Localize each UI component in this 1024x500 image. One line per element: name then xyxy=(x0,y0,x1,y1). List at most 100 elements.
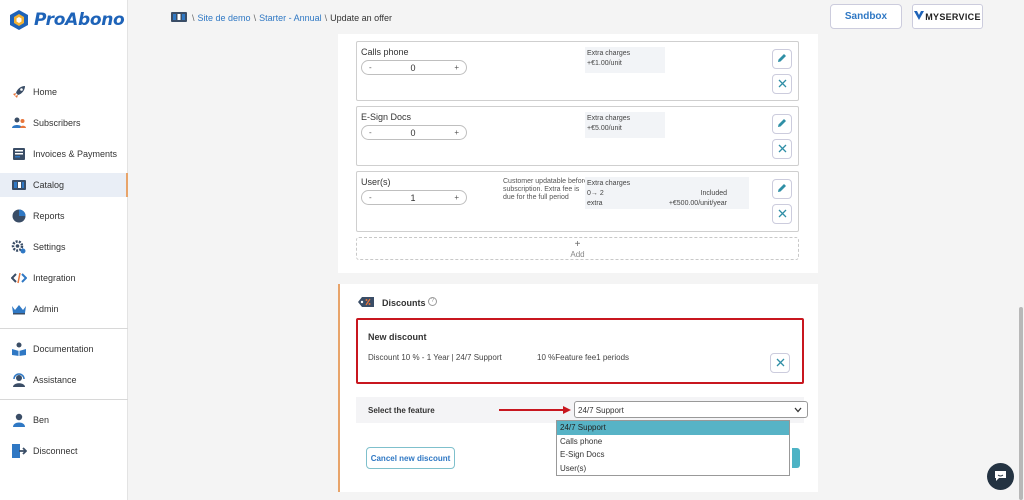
nav-label-home: Home xyxy=(33,87,58,97)
increment-button[interactable]: + xyxy=(454,193,459,202)
quantity-stepper[interactable]: - 0 + xyxy=(361,60,467,75)
chat-button[interactable] xyxy=(987,463,1014,490)
dropdown-option[interactable]: 24/7 Support xyxy=(557,421,789,435)
chevron-down-icon xyxy=(794,406,802,415)
increment-button[interactable]: + xyxy=(454,63,459,72)
decrement-button[interactable]: - xyxy=(369,193,372,202)
crown-icon xyxy=(10,300,28,318)
feature-select[interactable]: 24/7 Support xyxy=(574,401,808,418)
edit-button[interactable] xyxy=(772,179,792,199)
nav-divider-2 xyxy=(0,399,128,400)
delete-button[interactable] xyxy=(772,204,792,224)
charges-label: Extra charges xyxy=(587,115,631,122)
breadcrumb-current: Update an offer xyxy=(330,13,393,23)
nav-label-disconnect: Disconnect xyxy=(33,446,78,456)
logo[interactable]: ProAbono xyxy=(10,10,125,30)
nav-label-documentation: Documentation xyxy=(33,344,94,354)
brand-v-icon xyxy=(914,11,925,22)
tier-label: Included xyxy=(700,190,727,197)
pencil-icon xyxy=(777,183,787,195)
nav-item-disconnect[interactable]: Disconnect xyxy=(0,439,128,463)
quantity-value[interactable]: 0 xyxy=(410,63,415,73)
new-discount-desc: Discount 10 % - 1 Year | 24/7 Support xyxy=(368,353,502,362)
quantity-stepper[interactable]: - 0 + xyxy=(361,125,467,140)
headset-icon xyxy=(10,371,28,389)
charges-box: Extra charges +€1.00/unit xyxy=(585,47,665,73)
pie-chart-icon xyxy=(10,207,28,225)
cancel-discount-button[interactable]: Cancel new discount xyxy=(366,447,455,469)
dropdown-option[interactable]: User(s) xyxy=(557,462,789,476)
new-discount-title: New discount xyxy=(368,332,427,342)
nav-item-admin[interactable]: Admin xyxy=(0,297,128,321)
breadcrumb-site[interactable]: Site de demo xyxy=(198,13,251,23)
catalog-breadcrumb-icon[interactable] xyxy=(171,11,187,25)
book-icon xyxy=(10,340,28,358)
feature-note: Customer updatable before subscription. … xyxy=(503,178,588,201)
pencil-icon xyxy=(777,118,787,130)
delete-button[interactable] xyxy=(772,139,792,159)
invoice-icon xyxy=(10,145,28,163)
select-feature-label: Select the feature xyxy=(368,406,435,415)
nav-item-invoices-payments[interactable]: Invoices & Payments xyxy=(0,142,128,166)
nav-label-integration: Integration xyxy=(33,273,76,283)
logout-icon xyxy=(10,442,28,460)
save-discount-button[interactable] xyxy=(792,448,800,468)
nav-label-user: Ben xyxy=(33,415,50,425)
tier-price: +€500.00/unit/year xyxy=(668,200,727,207)
decrement-button[interactable]: - xyxy=(369,128,372,137)
add-feature-button[interactable]: + Add xyxy=(356,237,799,260)
add-label: Add xyxy=(570,250,585,259)
code-icon xyxy=(10,269,28,287)
breadcrumb-sep: \ xyxy=(324,13,328,23)
help-icon[interactable]: ? xyxy=(428,297,437,306)
nav-item-documentation[interactable]: Documentation xyxy=(0,337,128,361)
sidebar: ProAbono Home Subscribers Invoices & Pay… xyxy=(0,0,128,500)
breadcrumb: \ Site de demo \ Starter - Annual \ Upda… xyxy=(171,11,392,25)
breadcrumb-plan[interactable]: Starter - Annual xyxy=(259,13,322,23)
tier-row: 0→ 2 Included xyxy=(587,189,747,199)
proabono-logo-icon xyxy=(10,10,28,30)
gear-icon xyxy=(10,238,28,256)
nav-item-integration[interactable]: Integration xyxy=(0,266,128,290)
decrement-button[interactable]: - xyxy=(369,63,372,72)
close-icon xyxy=(778,79,787,90)
user-icon xyxy=(10,411,28,429)
new-discount-value: 10 %Feature fee1 periods xyxy=(537,353,630,362)
increment-button[interactable]: + xyxy=(454,128,459,137)
feature-name: User(s) xyxy=(361,177,391,187)
brand-button[interactable]: MYSERVICE xyxy=(912,4,983,29)
edit-button[interactable] xyxy=(772,49,792,69)
nav-item-settings[interactable]: Settings xyxy=(0,235,128,259)
plus-icon: + xyxy=(574,239,581,250)
feature-row: User(s) - 1 + Customer updatable before … xyxy=(356,171,799,232)
charges-label: Extra charges xyxy=(587,50,631,57)
brand-name: MYSERVICE xyxy=(925,11,981,22)
breadcrumb-sep: \ xyxy=(192,13,195,23)
quantity-stepper[interactable]: - 1 + xyxy=(361,190,467,205)
nav-label-reports: Reports xyxy=(33,211,65,221)
feature-name: E-Sign Docs xyxy=(361,112,412,122)
charges-price: +€5.00/unit xyxy=(587,125,622,132)
nav-item-subscribers[interactable]: Subscribers xyxy=(0,111,128,135)
nav-label-subscribers: Subscribers xyxy=(33,118,81,128)
nav-label-admin: Admin xyxy=(33,304,59,314)
nav-item-user[interactable]: Ben xyxy=(0,408,128,432)
dropdown-option[interactable]: Calls phone xyxy=(557,435,789,449)
dropdown-option[interactable]: E-Sign Docs xyxy=(557,448,789,462)
discount-tag-icon xyxy=(357,296,375,310)
quantity-value[interactable]: 1 xyxy=(410,193,415,203)
nav-item-assistance[interactable]: Assistance xyxy=(0,368,128,392)
page-scrollbar[interactable] xyxy=(1019,307,1023,500)
remove-discount-button[interactable] xyxy=(770,353,790,373)
rocket-icon xyxy=(10,83,28,101)
quantity-value[interactable]: 0 xyxy=(410,128,415,138)
nav-item-reports[interactable]: Reports xyxy=(0,204,128,228)
charges-label: Extra charges xyxy=(587,180,631,187)
nav-item-catalog[interactable]: Catalog xyxy=(0,173,128,197)
nav-item-home[interactable]: Home xyxy=(0,80,128,104)
delete-button[interactable] xyxy=(772,74,792,94)
edit-button[interactable] xyxy=(772,114,792,134)
tier-row: extra +€500.00/unit/year xyxy=(587,199,747,209)
sandbox-button[interactable]: Sandbox xyxy=(830,4,902,29)
close-icon xyxy=(776,358,785,369)
